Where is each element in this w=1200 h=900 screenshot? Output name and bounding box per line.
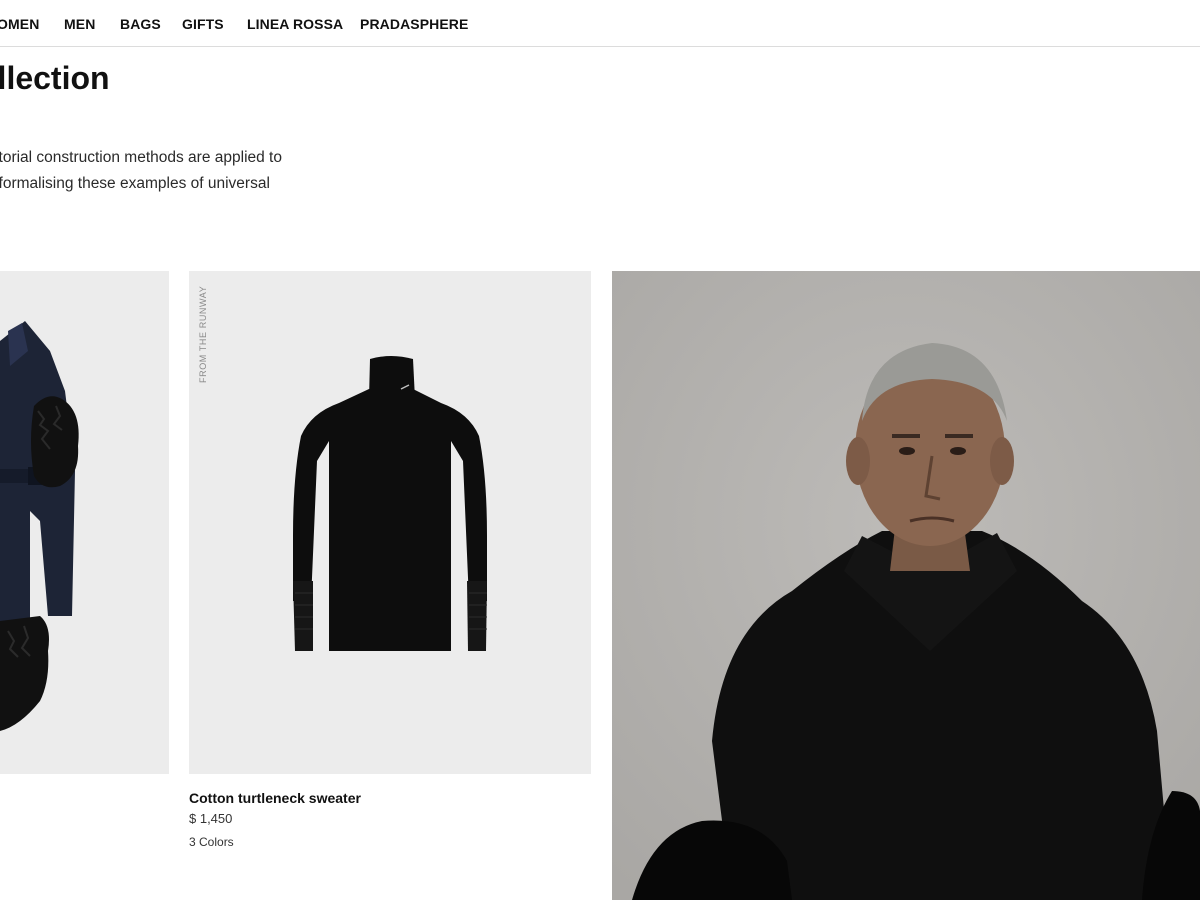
- editorial-image[interactable]: [612, 271, 1200, 900]
- nav-item-linea-rossa[interactable]: LINEA ROSSA: [247, 16, 343, 32]
- nav-item-women[interactable]: OMEN: [0, 16, 39, 32]
- model-in-black-coat-photo: [612, 271, 1200, 900]
- product-name[interactable]: Cotton turtleneck sweater: [189, 790, 361, 806]
- navy-fur-trim-coat-image: [0, 271, 169, 774]
- top-navigation: OMEN MEN BAGS GIFTS LINEA ROSSA PRADASPH…: [0, 0, 1200, 47]
- nav-item-men[interactable]: MEN: [64, 16, 95, 32]
- product-card-turtleneck-image[interactable]: [189, 271, 591, 774]
- intro-line-1: ce, sartorial construction methods are a…: [0, 149, 282, 166]
- page-title: ollection: [0, 60, 110, 96]
- nav-item-gifts[interactable]: GIFTS: [182, 16, 224, 32]
- product-card-coat-image[interactable]: [0, 271, 169, 774]
- product-price: $ 1,450: [189, 811, 233, 826]
- product-colors[interactable]: 3 Colors: [189, 835, 234, 849]
- intro-line-2: arkas, formalising these examples of uni…: [0, 175, 270, 192]
- nav-item-pradasphere[interactable]: PRADASPHERE: [360, 16, 468, 32]
- nav-item-bags[interactable]: BAGS: [120, 16, 161, 32]
- intro-text: ce, sartorial construction methods are a…: [0, 145, 372, 197]
- from-the-runway-tag: FROM THE RUNWAY: [198, 285, 208, 383]
- black-turtleneck-sweater-image: [189, 271, 591, 774]
